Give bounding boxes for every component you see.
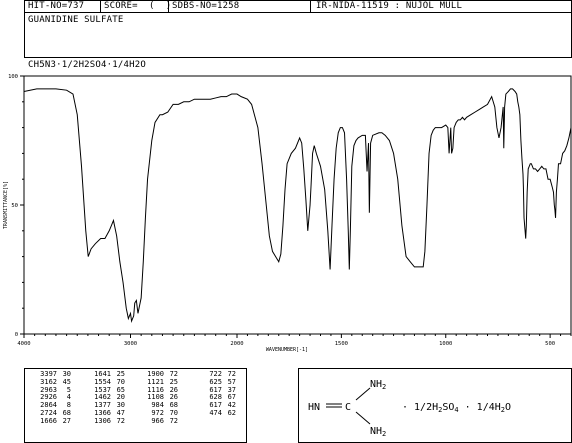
spectrum-series-line	[23, 88, 572, 324]
bond-top	[355, 387, 371, 401]
peak-wavenumber-column: 722 625 617 628 617 474	[209, 370, 222, 417]
y-tick-label: 0	[15, 332, 18, 338]
peak-transmittance-column: 72 57 37 67 42 62	[227, 370, 236, 417]
y-tick-label: 100	[8, 74, 18, 80]
x-tick-label: 3000	[124, 341, 137, 347]
structure-diagram: NH2 HN C NH2 · 1/2H2SO4 · 1/4H2O	[308, 379, 511, 438]
peak-transmittance-column: 30 45 5 4 8 68 27	[62, 370, 71, 425]
x-tick-label: 1500	[335, 341, 348, 347]
ir-spectrum-chart: 4000 3000 2000 1500 1000 500 0 50 100 WAVENUMBER[…	[3, 74, 572, 353]
x-tick-label: 1000	[439, 341, 452, 347]
peak-wavenumber-column: 3397 3162 2963 2926 2864 2724 1666	[40, 370, 57, 425]
carbon-label: C	[345, 402, 351, 413]
peak-wavenumber-column: 1641 1554 1537 1462 1377 1366 1306	[94, 370, 111, 425]
x-tick-label: 500	[545, 341, 555, 347]
amine-top-label: NH2	[370, 379, 386, 391]
x-tick-label: 4000	[17, 341, 30, 347]
amine-bottom-label: NH2	[370, 426, 386, 438]
imine-label: HN	[308, 402, 320, 413]
plot-frame	[23, 75, 572, 335]
y-tick-label: 50	[11, 203, 18, 209]
y-axis-title: TRANSMITTANCE[%]	[3, 181, 9, 229]
bond-bottom	[355, 411, 371, 425]
x-axis-title: WAVENUMBER[-1]	[266, 347, 308, 353]
peak-transmittance-column: 72 25 26 26 68 70 72	[169, 370, 178, 425]
peak-transmittance-column: 25 70 65 20 30 47 72	[116, 370, 125, 425]
x-tick-label: 2000	[230, 341, 243, 347]
salt-label: · 1/2H2SO4 · 1/4H2O	[402, 402, 511, 414]
peak-wavenumber-column: 1900 1121 1116 1108 984 972 966	[147, 370, 164, 425]
